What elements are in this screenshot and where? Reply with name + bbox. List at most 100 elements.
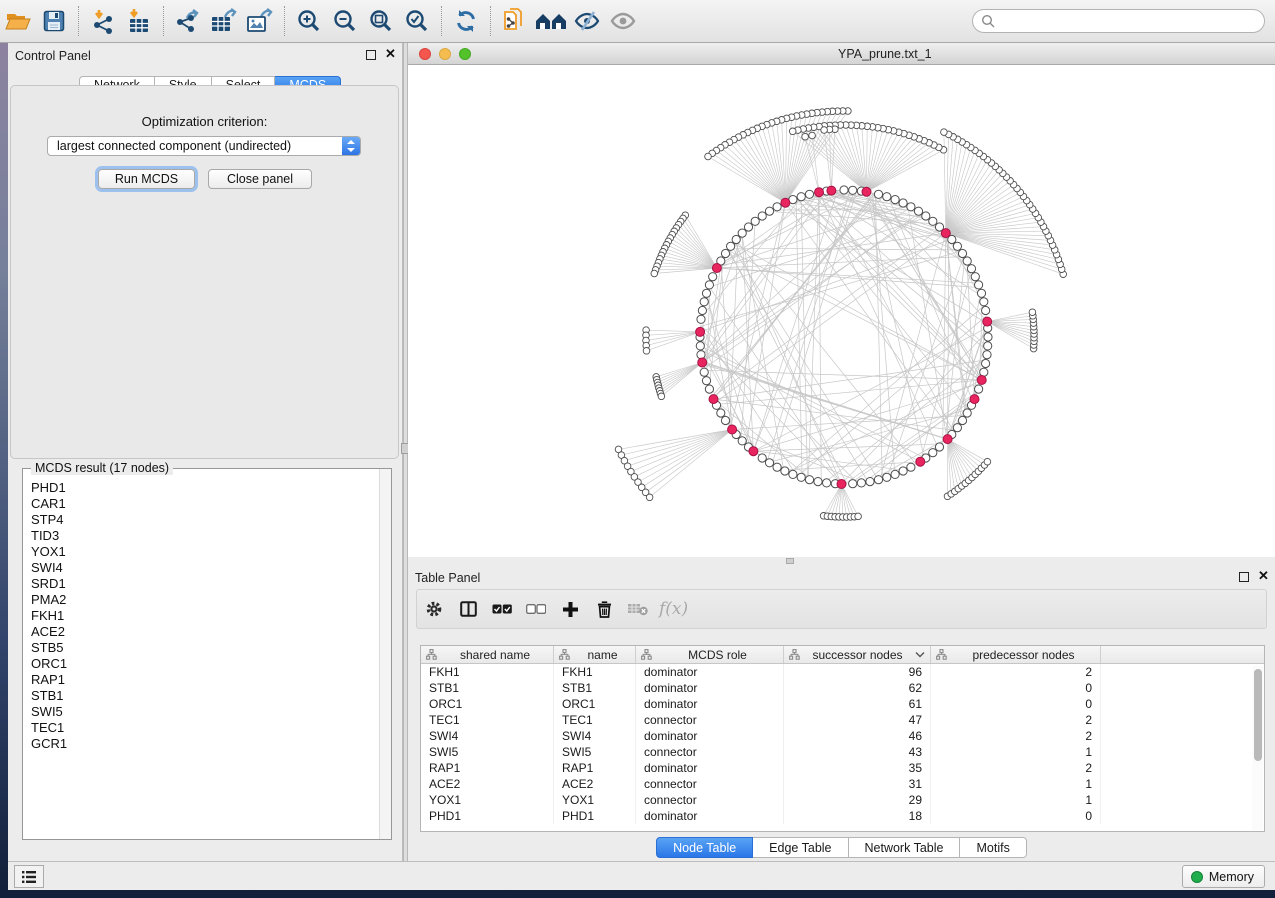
dominator-node[interactable]: [983, 317, 992, 326]
column-header-shared-name[interactable]: shared name: [421, 646, 554, 663]
table-row[interactable]: ACE2ACE2connector311: [421, 776, 1264, 792]
table-row[interactable]: RAP1RAP1dominator352: [421, 760, 1264, 776]
table-row[interactable]: YOX1YOX1connector291: [421, 792, 1264, 808]
float-panel-icon[interactable]: [366, 50, 376, 60]
mcds-result-item[interactable]: RAP1: [31, 672, 379, 688]
ring-node[interactable]: [744, 223, 752, 231]
ring-node[interactable]: [805, 476, 813, 484]
satellite-node[interactable]: [643, 348, 650, 355]
satellite-node[interactable]: [821, 127, 828, 134]
mcds-result-item[interactable]: PMA2: [31, 592, 379, 608]
ring-node[interactable]: [698, 306, 706, 314]
ring-node[interactable]: [874, 190, 882, 198]
ring-node[interactable]: [705, 385, 713, 393]
network-canvas[interactable]: [408, 65, 1275, 557]
ring-node[interactable]: [958, 249, 966, 257]
ring-node[interactable]: [697, 351, 705, 359]
table-row[interactable]: STB1STB1dominator620: [421, 680, 1264, 696]
satellite-node[interactable]: [789, 128, 796, 135]
mcds-result-item[interactable]: ACE2: [31, 624, 379, 640]
ring-node[interactable]: [765, 207, 773, 215]
import-network-button[interactable]: [85, 4, 121, 38]
refresh-layout-button[interactable]: [448, 4, 484, 38]
ring-node[interactable]: [975, 281, 983, 289]
ring-node[interactable]: [781, 467, 789, 475]
close-panel-icon[interactable]: ✕: [1258, 569, 1269, 583]
table-row[interactable]: SWI4SWI4dominator462: [421, 728, 1264, 744]
save-session-button[interactable]: [36, 4, 72, 38]
ring-node[interactable]: [849, 480, 857, 488]
ring-node[interactable]: [696, 342, 704, 350]
ring-node[interactable]: [935, 443, 943, 451]
select-all-checks-button[interactable]: [485, 593, 519, 625]
table-row[interactable]: TEC1TEC1connector472: [421, 712, 1264, 728]
ring-node[interactable]: [700, 368, 708, 376]
ring-node[interactable]: [727, 242, 735, 250]
window-minimize-button[interactable]: [439, 48, 451, 60]
delete-column-button[interactable]: [587, 593, 621, 625]
dominator-node[interactable]: [781, 198, 790, 207]
run-mcds-button[interactable]: Run MCDS: [98, 169, 195, 189]
ring-node[interactable]: [891, 470, 899, 478]
window-close-button[interactable]: [419, 48, 431, 60]
search-input[interactable]: [996, 12, 1264, 30]
ring-node[interactable]: [758, 454, 766, 462]
ring-node[interactable]: [914, 207, 922, 215]
zoom-out-button[interactable]: [327, 4, 363, 38]
mcds-result-item[interactable]: TEC1: [31, 720, 379, 736]
satellite-node[interactable]: [802, 133, 809, 140]
ring-node[interactable]: [773, 203, 781, 211]
dominator-node[interactable]: [698, 358, 707, 367]
dominator-node[interactable]: [827, 186, 836, 195]
ring-node[interactable]: [738, 229, 746, 237]
ring-node[interactable]: [721, 249, 729, 257]
ring-node[interactable]: [874, 476, 882, 484]
ring-node[interactable]: [797, 473, 805, 481]
tab-edge-table[interactable]: Edge Table: [753, 837, 848, 858]
ring-node[interactable]: [953, 242, 961, 250]
ring-node[interactable]: [814, 478, 822, 486]
ring-node[interactable]: [977, 289, 985, 297]
ring-node[interactable]: [700, 298, 708, 306]
mcds-result-item[interactable]: GCR1: [31, 736, 379, 752]
dominator-node[interactable]: [749, 447, 758, 456]
satellite-node[interactable]: [658, 393, 665, 400]
ring-node[interactable]: [840, 186, 848, 194]
satellite-node[interactable]: [651, 270, 658, 277]
ring-node[interactable]: [697, 315, 705, 323]
table-row[interactable]: ORC1ORC1dominator610: [421, 696, 1264, 712]
satellite-node[interactable]: [809, 132, 816, 139]
ring-node[interactable]: [963, 409, 971, 417]
close-panel-button[interactable]: Close panel: [208, 169, 312, 189]
mcds-result-item[interactable]: SWI4: [31, 560, 379, 576]
mcds-result-item[interactable]: YOX1: [31, 544, 379, 560]
ring-node[interactable]: [899, 199, 907, 207]
ring-node[interactable]: [929, 449, 937, 457]
mcds-result-item[interactable]: SRD1: [31, 576, 379, 592]
tab-node-table[interactable]: Node Table: [656, 837, 753, 858]
hide-selected-button[interactable]: [569, 4, 605, 38]
scrollbar-thumb[interactable]: [1254, 669, 1262, 761]
column-header-successor-nodes[interactable]: successor nodes: [784, 646, 931, 663]
tab-motifs[interactable]: Motifs: [960, 837, 1026, 858]
ring-node[interactable]: [891, 196, 899, 204]
ring-node[interactable]: [971, 273, 979, 281]
satellite-node[interactable]: [941, 129, 948, 136]
mcds-result-item[interactable]: SWI5: [31, 704, 379, 720]
share-document-button[interactable]: [497, 4, 533, 38]
dominator-node[interactable]: [977, 376, 986, 385]
show-task-history-button[interactable]: [14, 865, 44, 888]
satellite-node[interactable]: [984, 458, 991, 465]
ring-node[interactable]: [984, 342, 992, 350]
satellite-node[interactable]: [1029, 309, 1036, 316]
zoom-selected-button[interactable]: [399, 4, 435, 38]
ring-node[interactable]: [975, 385, 983, 393]
column-header-name[interactable]: name: [554, 646, 636, 663]
memory-button[interactable]: Memory: [1182, 865, 1265, 888]
mcds-result-item[interactable]: ORC1: [31, 656, 379, 672]
deselect-all-checks-button[interactable]: [519, 593, 553, 625]
show-all-button[interactable]: [605, 4, 641, 38]
ring-node[interactable]: [983, 351, 991, 359]
mcds-result-item[interactable]: STB5: [31, 640, 379, 656]
function-builder-button[interactable]: f(x): [655, 599, 688, 619]
